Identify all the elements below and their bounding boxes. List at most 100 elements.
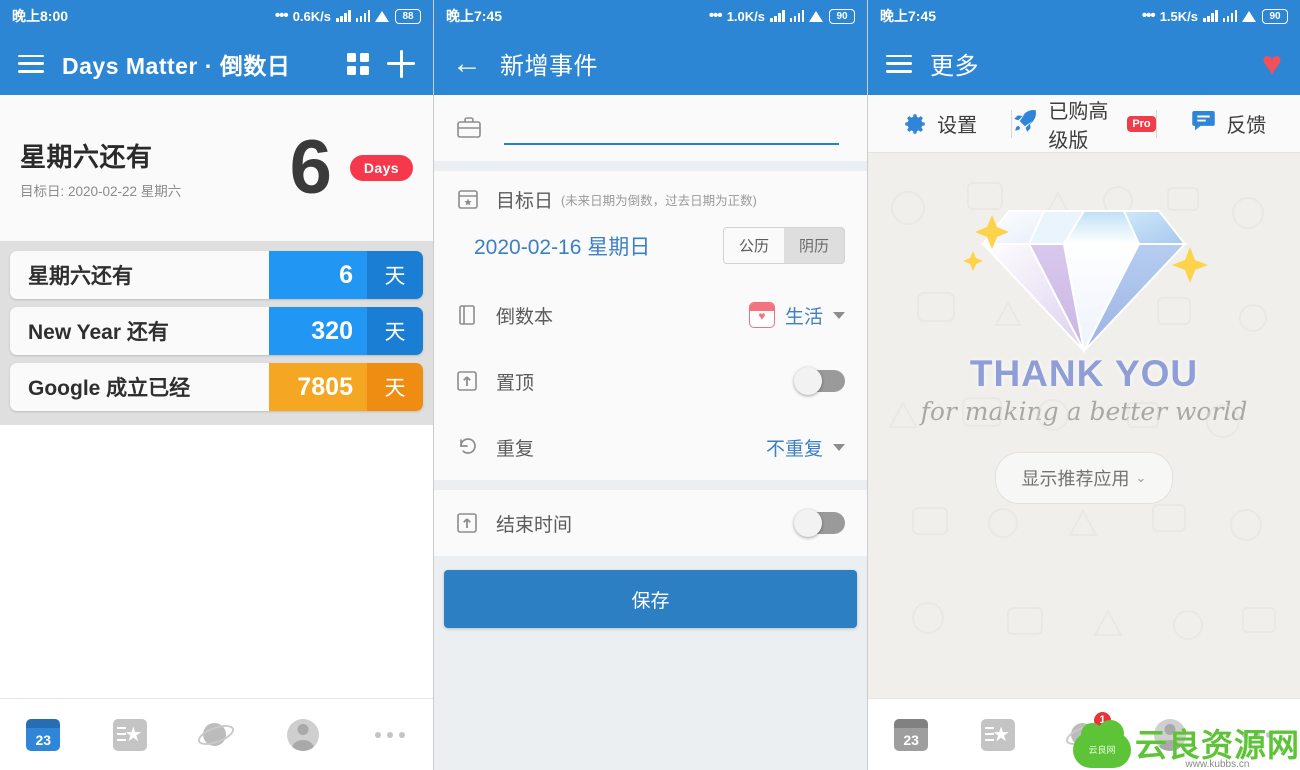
event-value: 320 (269, 307, 367, 355)
more-actions-bar: 设置 已购高级版 Pro 反馈 (868, 95, 1300, 153)
target-date-hint: (未来日期为倒数，过去日期为正数) (561, 193, 757, 208)
back-arrow-icon[interactable]: ← (452, 48, 482, 79)
screen-add-event: 晚上7:45 ••• 1.0K/s 90 ← 新增事件 目标日 (未来日期为倒数… (434, 0, 868, 770)
status-netspeed: 0.6K/s (292, 8, 331, 24)
nav-item-more[interactable] (361, 713, 419, 757)
thank-you-subline: for making a better world (920, 397, 1248, 426)
screen-home: 晚上8:00 ••• 0.6K/s 88 Days Matter · 倒数日 星… (0, 0, 434, 770)
list-item[interactable]: New Year 还有 320 天 (10, 307, 423, 355)
event-value: 6 (269, 251, 367, 299)
target-date-value-row[interactable]: 2020-02-16 星期日 公历 阴历 (434, 227, 867, 282)
thank-you-panel: THANK YOU for making a better world 显示推荐… (868, 153, 1300, 769)
end-time-row[interactable]: 结束时间 (434, 490, 867, 556)
event-unit: 天 (367, 363, 423, 411)
end-time-label: 结束时间 (496, 514, 573, 536)
form-gap (434, 480, 867, 490)
show-recommended-apps-button[interactable]: 显示推荐应用 ⌄ (994, 452, 1174, 504)
premium-button[interactable]: 已购高级版 Pro (1012, 95, 1156, 153)
chevron-down-icon: ⌄ (1135, 470, 1147, 485)
status-time: 晚上8:00 (12, 8, 69, 24)
target-date-label: 目标日 (496, 190, 554, 212)
site-watermark: 云良网 云良资源网 www.kubbs.cn (1072, 719, 1300, 770)
notebook-star-icon: ★ (112, 718, 147, 751)
calendar-icon: 23 (26, 718, 61, 751)
notebook-star-icon: ★ (980, 718, 1015, 751)
list-item[interactable]: 星期六还有 6 天 (10, 251, 423, 299)
form-gap (434, 161, 867, 171)
event-unit: 天 (367, 251, 423, 299)
battery-icon: 90 (829, 8, 855, 24)
repeat-label: 重复 (496, 438, 535, 460)
target-date-value[interactable]: 2020-02-16 星期日 (456, 231, 723, 261)
gear-icon (902, 111, 928, 137)
screenshot-root: 晚上8:00 ••• 0.6K/s 88 Days Matter · 倒数日 星… (0, 0, 1300, 770)
calendar-type-solar[interactable]: 公历 (723, 228, 784, 263)
notebook-row[interactable]: 倒数本 ♥ 生活 (434, 282, 867, 348)
nav-item-calendar[interactable]: 23 (14, 713, 72, 757)
list-item[interactable]: Google 成立已经 7805 天 (10, 363, 423, 411)
settings-label: 设置 (937, 115, 978, 137)
signal-bars-icon-1 (1203, 10, 1218, 22)
target-date-header-row: 目标日 (未来日期为倒数，过去日期为正数) (434, 171, 867, 227)
calendar-type-toggle[interactable]: 公历 阴历 (722, 227, 845, 264)
diamond-illustration (959, 179, 1209, 359)
wifi-icon (1242, 10, 1257, 22)
event-name: New Year 还有 (28, 321, 169, 344)
event-value: 7805 (269, 363, 367, 411)
status-bar-middle: 晚上7:45 ••• 1.0K/s 90 (434, 0, 867, 32)
watermark-mark: 云良网 (1088, 745, 1116, 755)
nav-item-notebook[interactable]: ★ (969, 713, 1027, 757)
hamburger-icon[interactable] (18, 54, 44, 73)
notebook-label: 倒数本 (496, 306, 554, 328)
wifi-icon (375, 10, 390, 22)
save-button[interactable]: 保存 (444, 570, 857, 628)
status-dots-icon: ••• (274, 7, 289, 24)
page-title: 更多 (930, 53, 979, 80)
add-event-form: 目标日 (未来日期为倒数，过去日期为正数) 2020-02-16 星期日 公历 … (434, 95, 867, 770)
end-time-toggle[interactable] (794, 509, 845, 537)
hamburger-icon[interactable] (886, 54, 912, 73)
briefcase-icon (456, 116, 496, 140)
nav-item-discover[interactable] (187, 713, 245, 757)
pin-top-icon (456, 370, 496, 392)
app-bar-add-event: ← 新增事件 (434, 32, 867, 95)
rocket-icon (1012, 107, 1039, 140)
hero-title: 星期六还有 (20, 141, 153, 172)
pin-top-toggle[interactable] (794, 367, 845, 395)
avatar-icon (287, 718, 320, 751)
chevron-down-icon[interactable] (833, 311, 845, 319)
grid-view-icon[interactable] (347, 52, 369, 75)
calendar-icon-day: 23 (35, 731, 52, 748)
calendar-star-icon (456, 187, 496, 211)
battery-icon: 90 (1262, 8, 1288, 24)
settings-button[interactable]: 设置 (868, 109, 1011, 138)
title-field-row[interactable] (434, 95, 867, 161)
notebook-value: 生活 (784, 306, 823, 328)
signal-bars-icon-2 (1222, 10, 1237, 22)
status-bar-right: 晚上7:45 ••• 1.5K/s 90 (868, 0, 1300, 32)
app-bar-home: Days Matter · 倒数日 (0, 32, 433, 95)
calendar-type-lunar[interactable]: 阴历 (784, 228, 844, 263)
chat-icon (1190, 107, 1217, 140)
thank-you-headline: THANK YOU (969, 353, 1199, 394)
sparkle-icon (963, 251, 983, 271)
repeat-row[interactable]: 重复 不重复 (434, 414, 867, 480)
planet-icon (195, 720, 238, 750)
chevron-down-icon[interactable] (833, 443, 845, 451)
cloud-logo-icon: 云良网 (1072, 719, 1131, 768)
nav-item-profile[interactable] (274, 713, 332, 757)
event-title-input[interactable] (504, 111, 839, 145)
heart-icon[interactable]: ♥ (1262, 47, 1282, 81)
battery-icon: 88 (395, 8, 421, 24)
hero-countdown-card[interactable]: 星期六还有 目标日: 2020-02-22 星期六 6 Days (0, 95, 433, 241)
feedback-button[interactable]: 反馈 (1157, 107, 1300, 140)
status-time: 晚上7:45 (446, 8, 503, 24)
signal-bars-icon-1 (336, 10, 351, 22)
pin-top-label: 置顶 (496, 372, 535, 394)
nav-item-notebook[interactable]: ★ (101, 713, 159, 757)
nav-item-calendar[interactable]: 23 (882, 713, 940, 757)
plus-icon[interactable] (387, 49, 415, 78)
status-time: 晚上7:45 (880, 8, 937, 24)
pin-top-row[interactable]: 置顶 (434, 348, 867, 414)
bottom-nav-left: 23 ★ (0, 698, 433, 770)
